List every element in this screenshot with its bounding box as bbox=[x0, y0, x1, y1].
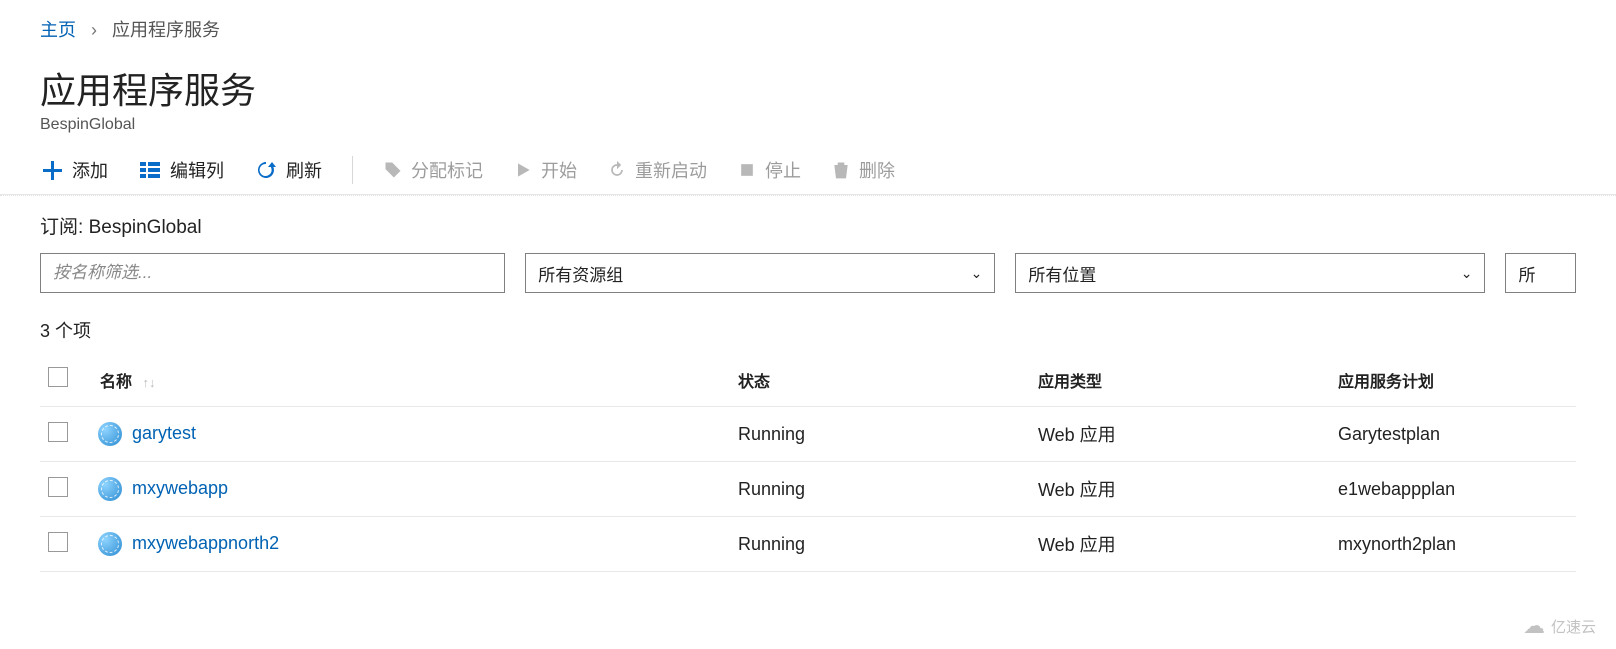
add-label: 添加 bbox=[72, 157, 108, 183]
page-header: 应用程序服务 BespinGlobal bbox=[0, 62, 1616, 146]
subscription-value: BespinGlobal bbox=[89, 217, 202, 238]
breadcrumb-current: 应用程序服务 bbox=[112, 20, 220, 40]
restart-icon bbox=[607, 160, 627, 180]
col-header-name[interactable]: 名称 ↑↓ bbox=[90, 353, 730, 407]
apps-table: 名称 ↑↓ 状态 应用类型 应用服务计划 garytest RunningWeb … bbox=[40, 353, 1576, 572]
col-header-plan[interactable]: 应用服务计划 bbox=[1330, 353, 1576, 407]
table-row[interactable]: mxywebapp RunningWeb 应用e1webappplan bbox=[40, 462, 1576, 517]
stop-label: 停止 bbox=[765, 157, 801, 183]
breadcrumb-home[interactable]: 主页 bbox=[40, 20, 76, 40]
watermark-text: 亿速云 bbox=[1551, 616, 1596, 637]
plan-cell: e1webappplan bbox=[1330, 462, 1576, 517]
more-filter-dropdown[interactable]: 所 bbox=[1505, 253, 1576, 293]
breadcrumb: 主页 › 应用程序服务 bbox=[0, 0, 1616, 52]
webapp-icon bbox=[98, 422, 122, 446]
row-checkbox[interactable] bbox=[48, 422, 68, 442]
select-all-checkbox[interactable] bbox=[48, 367, 68, 387]
columns-icon bbox=[138, 158, 162, 182]
col-header-type[interactable]: 应用类型 bbox=[1030, 353, 1330, 407]
add-button[interactable]: 添加 bbox=[40, 157, 108, 183]
status-cell: Running bbox=[730, 517, 1030, 572]
table-row[interactable]: mxywebappnorth2 RunningWeb 应用mxynorth2pla… bbox=[40, 517, 1576, 572]
status-cell: Running bbox=[730, 462, 1030, 517]
edit-columns-button[interactable]: 编辑列 bbox=[138, 157, 224, 183]
app-name-link[interactable]: mxywebapp bbox=[132, 478, 228, 498]
webapp-icon bbox=[98, 477, 122, 501]
plan-cell: Garytestplan bbox=[1330, 407, 1576, 462]
assign-tags-button: 分配标记 bbox=[383, 157, 483, 183]
restart-button: 重新启动 bbox=[607, 157, 707, 183]
table-row[interactable]: garytest RunningWeb 应用Garytestplan bbox=[40, 407, 1576, 462]
name-filter-input[interactable] bbox=[40, 253, 505, 293]
tag-icon bbox=[383, 160, 403, 180]
cloud-icon: ☁ bbox=[1523, 613, 1545, 639]
page-subtitle: BespinGlobal bbox=[40, 116, 1576, 134]
sort-icon: ↑↓ bbox=[142, 375, 155, 390]
type-cell: Web 应用 bbox=[1030, 462, 1330, 517]
col-header-status[interactable]: 状态 bbox=[730, 353, 1030, 407]
assign-tags-label: 分配标记 bbox=[411, 157, 483, 183]
filters-row: 所有资源组 ⌄ 所有位置 ⌄ 所 bbox=[0, 243, 1616, 293]
start-label: 开始 bbox=[541, 157, 577, 183]
toolbar: 添加 编辑列 刷新 分配标记 开始 重新启动 停止 bbox=[0, 146, 1616, 195]
toolbar-divider bbox=[352, 156, 353, 184]
row-checkbox[interactable] bbox=[48, 477, 68, 497]
refresh-icon bbox=[254, 158, 278, 182]
webapp-icon bbox=[98, 532, 122, 556]
restart-label: 重新启动 bbox=[635, 157, 707, 183]
plan-cell: mxynorth2plan bbox=[1330, 517, 1576, 572]
delete-button: 删除 bbox=[831, 157, 895, 183]
row-checkbox[interactable] bbox=[48, 532, 68, 552]
watermark: ☁ 亿速云 bbox=[1523, 613, 1596, 639]
plus-icon bbox=[40, 158, 64, 182]
resource-group-value: 所有资源组 bbox=[538, 261, 623, 286]
col-name-label: 名称 bbox=[100, 374, 132, 391]
page-title: 应用程序服务 bbox=[40, 62, 1576, 114]
refresh-label: 刷新 bbox=[286, 157, 322, 183]
stop-button: 停止 bbox=[737, 157, 801, 183]
more-filter-value: 所 bbox=[1518, 261, 1535, 286]
chevron-down-icon: ⌄ bbox=[971, 265, 983, 282]
breadcrumb-separator: › bbox=[91, 20, 97, 40]
start-button: 开始 bbox=[513, 157, 577, 183]
type-cell: Web 应用 bbox=[1030, 517, 1330, 572]
app-name-link[interactable]: garytest bbox=[132, 423, 196, 443]
refresh-button[interactable]: 刷新 bbox=[254, 157, 322, 183]
play-icon bbox=[513, 160, 533, 180]
location-value: 所有位置 bbox=[1028, 261, 1096, 286]
stop-icon bbox=[737, 160, 757, 180]
location-dropdown[interactable]: 所有位置 ⌄ bbox=[1015, 253, 1485, 293]
type-cell: Web 应用 bbox=[1030, 407, 1330, 462]
subscription-line: 订阅: BespinGlobal bbox=[0, 195, 1616, 243]
resource-group-dropdown[interactable]: 所有资源组 ⌄ bbox=[525, 253, 995, 293]
delete-label: 删除 bbox=[859, 157, 895, 183]
app-name-link[interactable]: mxywebappnorth2 bbox=[132, 533, 279, 553]
status-cell: Running bbox=[730, 407, 1030, 462]
subscription-label: 订阅 bbox=[40, 217, 78, 238]
chevron-down-icon: ⌄ bbox=[1461, 265, 1473, 282]
trash-icon bbox=[831, 160, 851, 180]
edit-columns-label: 编辑列 bbox=[170, 157, 224, 183]
item-count: 3 个项 bbox=[0, 293, 1616, 347]
